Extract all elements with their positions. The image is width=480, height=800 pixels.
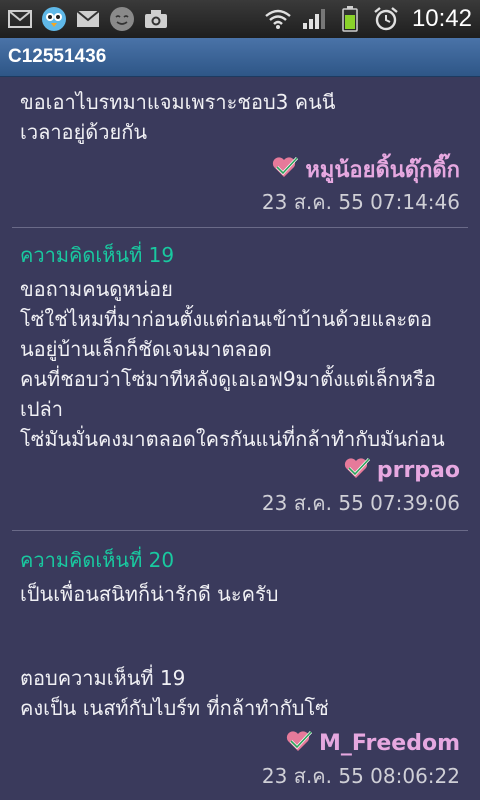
heart-check-icon [271, 155, 299, 183]
comment-list[interactable]: ขอเอาไบรทมาแจมเพราะชอบ3 คนนี เวลาอยู่ด้ว… [0, 77, 480, 800]
comment-text: คนที่ชอบว่าโซ่มาทีหลังดูเอเอฟ9มาตั้งแต่เ… [20, 367, 436, 391]
quote-text: ตอบความเห็นที่ 19 [20, 666, 186, 690]
comment-text: โซ่มันมั่นคงมาตลอดใครกันแน่ที่กล้าทำกับม… [20, 427, 445, 451]
signal-icon [300, 5, 328, 33]
twitter-bird-icon [40, 5, 68, 33]
author-row: prrpao [20, 454, 460, 486]
comment-heading: ความคิดเห็นที่ 19 [20, 243, 175, 267]
clock: 10:42 [411, 5, 472, 32]
comment-date: 23 ส.ค. 55 07:39:06 [261, 491, 460, 515]
author-name[interactable]: หมูน้อยดิ้นดุ๊กดิ๊ก [305, 152, 460, 187]
title-bar: C12551436 [0, 38, 480, 77]
comment-item: ความคิดเห็นที่ 20 เป็นเพื่อนสนิทก็น่ารัก… [0, 531, 480, 791]
system-icons: 10:42 [264, 0, 480, 38]
quote-text: คงเป็น เนสท์กับไบร์ท ที่กล้าทำกับโซ่ [20, 696, 329, 720]
comment-date: 23 ส.ค. 55 07:14:46 [261, 190, 460, 214]
alarm-icon [372, 5, 400, 33]
comment-item: ความคิดเห็นที่ 19 ขอถามคนดูหน่อย โซ่ใช่ไ… [0, 228, 480, 518]
comment-text: ขอเอาไบรทมาแจมเพราะชอบ3 คนนี [20, 90, 336, 114]
notification-icons [0, 0, 170, 38]
status-bar: 10:42 [0, 0, 480, 38]
author-row: M_Freedom [20, 727, 460, 759]
page-title: C12551436 [8, 46, 107, 67]
comment-text: โซ่ใช่ไหมที่มาก่อนตั้งแต่ก่อนเข้าบ้านด้ว… [20, 307, 433, 331]
comment-date: 23 ส.ค. 55 08:06:22 [261, 764, 460, 788]
camera-icon [142, 5, 170, 33]
comment-text: นอยู่บ้านเล็กก็ชัดเจนมาตลอด [20, 337, 272, 361]
comment-text: เปล่า [20, 397, 64, 421]
smiley-icon [108, 5, 136, 33]
gmail-icon [74, 5, 102, 33]
mail-icon [6, 5, 34, 33]
heart-check-icon [285, 729, 313, 757]
wifi-icon [264, 5, 292, 33]
comment-text: เวลาอยู่ด้วยกัน [20, 120, 148, 144]
author-name[interactable]: prrpao [377, 458, 460, 483]
battery-icon [336, 5, 364, 33]
comment-heading: ความคิดเห็นที่ 20 [20, 548, 175, 572]
comment-text: เป็นเพื่อนสนิทก็น่ารักดี นะครับ [20, 582, 279, 606]
comment-item: ขอเอาไบรทมาแจมเพราะชอบ3 คนนี เวลาอยู่ด้ว… [0, 77, 480, 217]
author-row: หมูน้อยดิ้นดุ๊กดิ๊ก [20, 153, 460, 185]
heart-check-icon [343, 456, 371, 484]
author-name[interactable]: M_Freedom [319, 731, 460, 756]
comment-text: ขอถามคนดูหน่อย [20, 277, 173, 301]
